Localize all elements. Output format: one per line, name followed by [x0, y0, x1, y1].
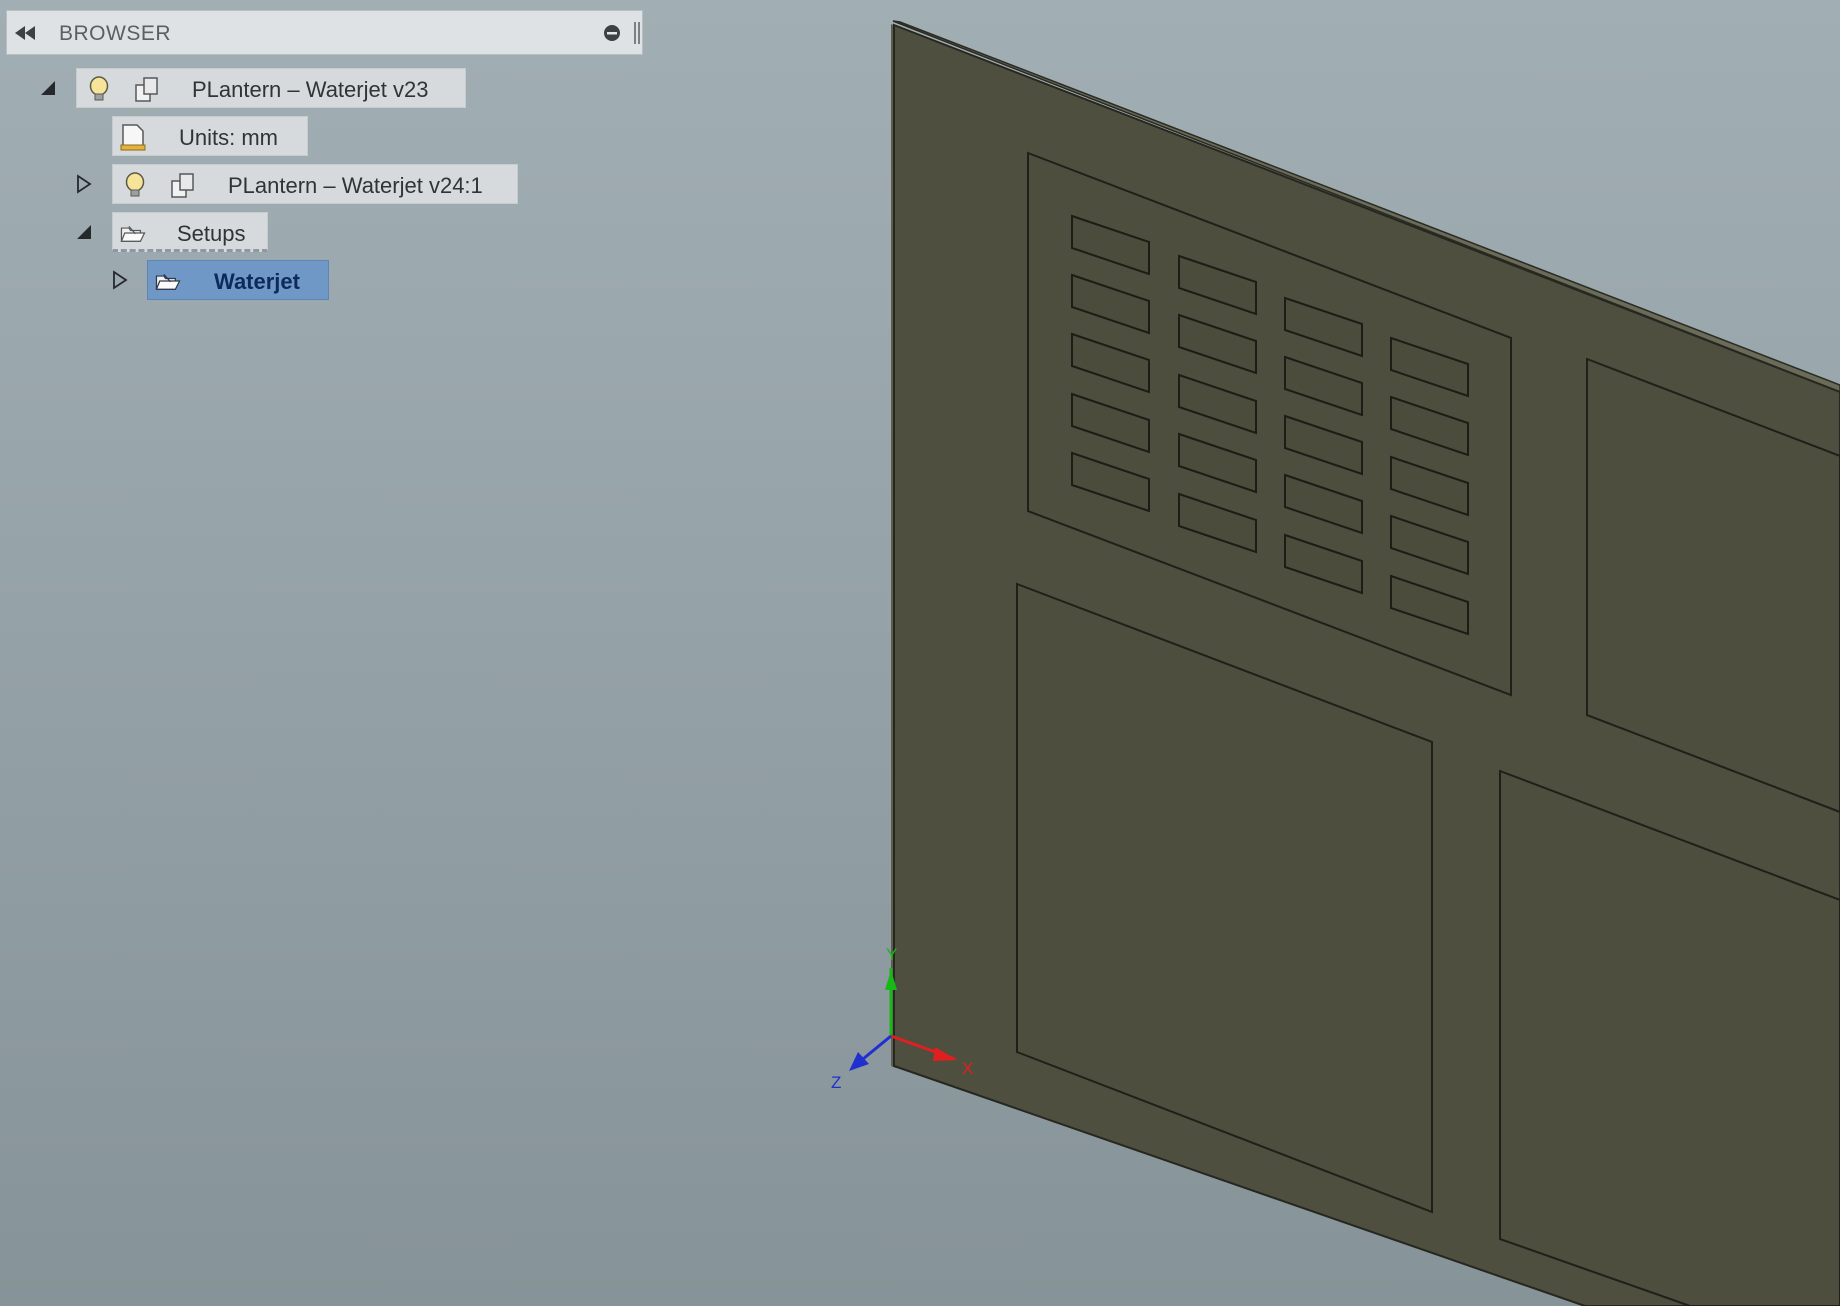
tree-node-units[interactable]: Units: mm: [112, 116, 308, 156]
expand-toggle-icon[interactable]: [108, 269, 130, 291]
panel-resize-handle-icon[interactable]: [633, 20, 641, 46]
component-icon: [171, 173, 194, 198]
tree-node-label: Units: mm: [179, 125, 278, 150]
tree-node-waterjet-setup[interactable]: Waterjet: [147, 260, 329, 300]
expand-toggle-icon[interactable]: [72, 173, 94, 195]
setup-folder-icon: [155, 274, 181, 290]
minimize-panel-icon[interactable]: [602, 23, 622, 43]
y-axis-label: Y: [886, 945, 897, 964]
setups-folder-icon: [120, 226, 146, 242]
tree-node-child-component[interactable]: PLantern – Waterjet v24:1: [112, 164, 518, 204]
x-axis-label: X: [962, 1059, 973, 1078]
tree-node-label: Waterjet: [214, 269, 300, 294]
tree-node-label: PLantern – Waterjet v23: [192, 77, 429, 102]
browser-title: BROWSER: [59, 22, 172, 45]
tree-node-setups[interactable]: Setups: [112, 212, 268, 252]
waterjet-panel-model[interactable]: [891, 20, 1840, 1306]
tree-node-label: PLantern – Waterjet v24:1: [228, 173, 483, 198]
z-axis-label: Z: [831, 1073, 841, 1092]
browser-panel-header: BROWSER: [6, 10, 643, 55]
expand-toggle-icon[interactable]: [37, 77, 59, 99]
tree-node-root-component[interactable]: PLantern – Waterjet v23: [76, 68, 466, 108]
tree-node-label: Setups: [177, 221, 246, 246]
units-document-icon: [120, 124, 146, 151]
collapse-panel-icon[interactable]: [13, 23, 39, 43]
lightbulb-icon[interactable]: [121, 171, 149, 199]
component-icon: [135, 77, 158, 102]
lightbulb-icon[interactable]: [85, 75, 113, 103]
expand-toggle-icon[interactable]: [73, 221, 95, 243]
